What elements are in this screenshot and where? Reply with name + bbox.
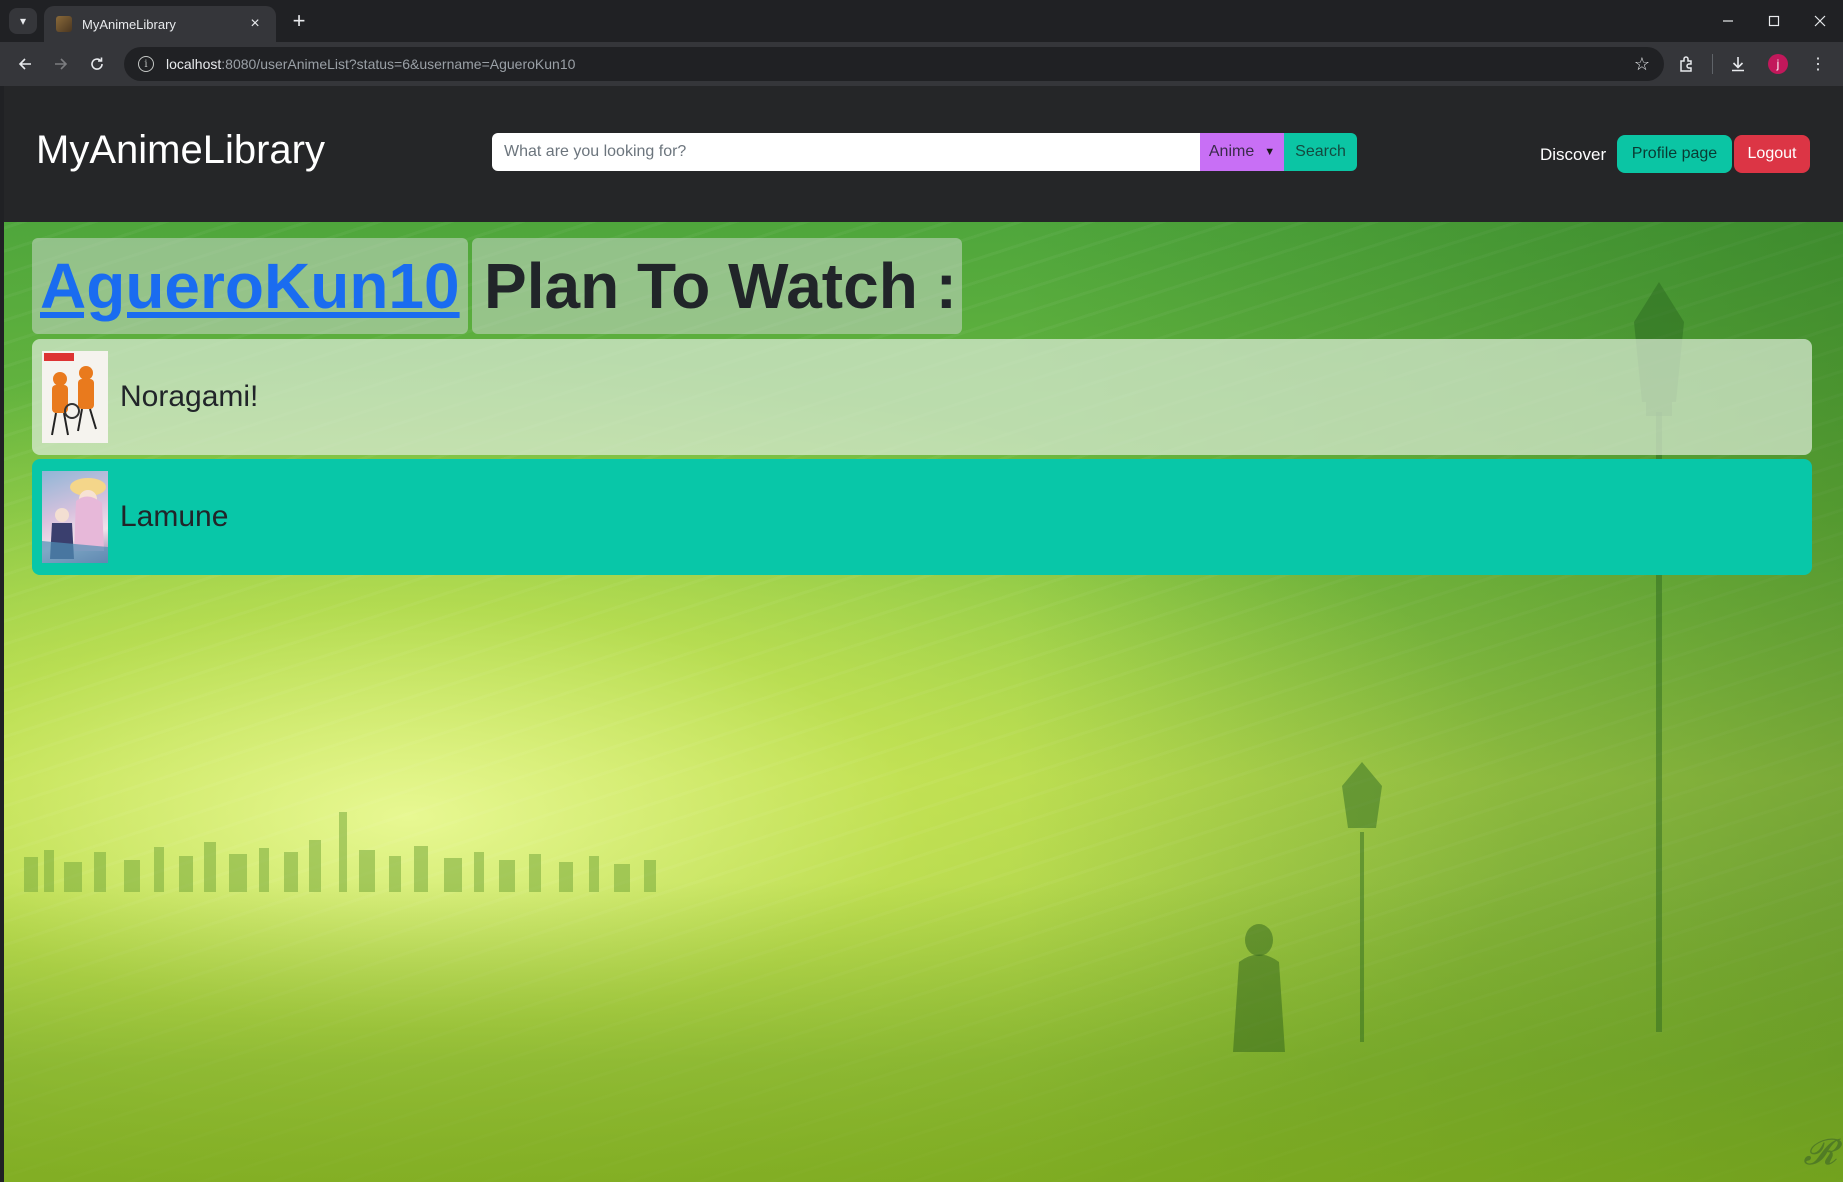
list-status-heading-box: Plan To Watch : bbox=[472, 238, 962, 334]
avatar: j bbox=[1768, 54, 1788, 74]
maximize-icon[interactable] bbox=[1751, 0, 1797, 42]
site-brand[interactable]: MyAnimeLibrary bbox=[36, 128, 325, 173]
profile-avatar[interactable]: j bbox=[1763, 49, 1793, 79]
menu-kebab-icon[interactable]: ⋮ bbox=[1803, 49, 1833, 79]
new-tab-button[interactable]: + bbox=[286, 8, 312, 34]
reload-icon[interactable] bbox=[82, 49, 112, 79]
back-arrow-icon[interactable] bbox=[10, 49, 40, 79]
search-type-select[interactable]: Anime ▼ bbox=[1200, 133, 1284, 171]
profile-page-button[interactable]: Profile page bbox=[1617, 135, 1732, 173]
close-window-icon[interactable] bbox=[1797, 0, 1843, 42]
url-text[interactable]: localhost:8080/userAnimeList?status=6&us… bbox=[166, 56, 1634, 72]
search-input[interactable] bbox=[492, 133, 1200, 171]
browser-tabstrip: ▾ MyAnimeLibrary × + bbox=[0, 0, 1843, 42]
list-item[interactable]: Lamune bbox=[32, 459, 1812, 575]
anime-cover-image bbox=[42, 351, 108, 443]
anime-title: Lamune bbox=[120, 500, 229, 533]
anime-title: Noragami! bbox=[120, 380, 259, 413]
site-navbar: MyAnimeLibrary Anime ▼ Search Discover P… bbox=[4, 86, 1843, 222]
favicon-icon bbox=[56, 16, 72, 32]
username-heading-box: AgueroKun10 bbox=[32, 238, 468, 334]
logout-button[interactable]: Logout bbox=[1734, 135, 1810, 173]
sitting-figure-image bbox=[1233, 924, 1285, 1052]
close-tab-icon[interactable]: × bbox=[246, 15, 264, 33]
search-type-value: Anime bbox=[1208, 143, 1255, 160]
discover-link[interactable]: Discover bbox=[1540, 145, 1606, 165]
list-status-heading: Plan To Watch : bbox=[484, 250, 957, 322]
download-icon[interactable] bbox=[1723, 49, 1753, 79]
street-lamp-small-image bbox=[1342, 762, 1382, 1042]
forward-arrow-icon[interactable] bbox=[46, 49, 76, 79]
web-page: MyAnimeLibrary Anime ▼ Search Discover P… bbox=[4, 86, 1843, 1182]
browser-toolbar: i localhost:8080/userAnimeList?status=6&… bbox=[0, 42, 1843, 86]
window-controls bbox=[1705, 0, 1843, 42]
bookmark-star-icon[interactable]: ☆ bbox=[1634, 54, 1650, 75]
anime-cover-image bbox=[42, 471, 108, 563]
tab-search-icon[interactable]: ▾ bbox=[9, 8, 37, 34]
username-link[interactable]: AgueroKun10 bbox=[40, 249, 460, 323]
chevron-down-icon: ▼ bbox=[1264, 146, 1276, 158]
artist-signature: 𝓡 bbox=[1803, 1132, 1837, 1173]
site-info-icon[interactable]: i bbox=[138, 56, 154, 72]
minimize-icon[interactable] bbox=[1705, 0, 1751, 42]
browser-tab[interactable]: MyAnimeLibrary × bbox=[44, 6, 276, 42]
list-item[interactable]: Noragami! bbox=[32, 339, 1812, 455]
tab-title: MyAnimeLibrary bbox=[82, 16, 176, 32]
toolbar-divider bbox=[1712, 54, 1713, 74]
toolbar-actions: j ⋮ bbox=[1672, 49, 1833, 79]
search-button[interactable]: Search bbox=[1284, 133, 1357, 171]
search-form: Anime ▼ Search bbox=[492, 133, 1357, 171]
extensions-icon[interactable] bbox=[1672, 49, 1702, 79]
address-bar[interactable]: i localhost:8080/userAnimeList?status=6&… bbox=[124, 47, 1664, 81]
city-skyline-image bbox=[24, 812, 656, 892]
